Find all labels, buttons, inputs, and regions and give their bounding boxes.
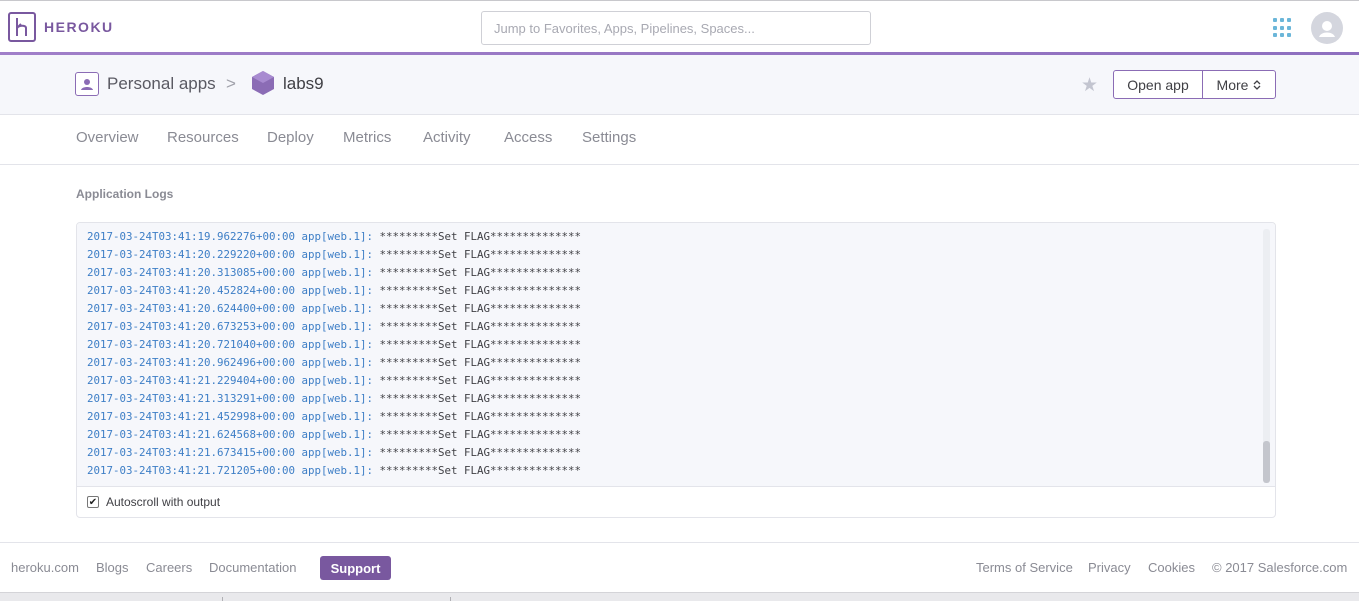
footer-link-careers[interactable]: Careers [146,560,192,575]
log-message: *********Set FLAG************** [373,446,582,459]
log-message: *********Set FLAG************** [373,374,582,387]
log-line: 2017-03-24T03:41:20.452824+00:00 app[web… [87,282,581,300]
log-timestamp: 2017-03-24T03:41:19.962276+00:00 app[web… [87,230,374,243]
footer-copyright: © 2017 Salesforce.com [1212,560,1348,575]
open-app-button[interactable]: Open app [1113,70,1203,99]
log-line: 2017-03-24T03:41:21.229404+00:00 app[web… [87,372,581,390]
user-avatar-icon[interactable] [1311,12,1343,44]
log-message: *********Set FLAG************** [373,338,582,351]
log-message: *********Set FLAG************** [373,464,582,477]
tab-access[interactable]: Access [504,129,552,146]
log-timestamp: 2017-03-24T03:41:20.229220+00:00 app[web… [87,248,374,261]
tab-deploy[interactable]: Deploy [267,129,314,146]
heroku-logo-link[interactable]: HEROKU [8,12,114,42]
tab-overview[interactable]: Overview [76,129,139,146]
breadcrumb-chevron-icon: > [226,74,236,93]
scrollbar-thumb[interactable] [1263,441,1270,483]
log-timestamp: 2017-03-24T03:41:21.673415+00:00 app[web… [87,446,374,459]
tab-resources[interactable]: Resources [167,129,239,146]
log-line: 2017-03-24T03:41:20.229220+00:00 app[web… [87,246,581,264]
footer-link-documentation[interactable]: Documentation [209,560,296,575]
log-message: *********Set FLAG************** [373,392,582,405]
log-timestamp: 2017-03-24T03:41:20.962496+00:00 app[web… [87,356,374,369]
log-line: 2017-03-24T03:41:19.962276+00:00 app[web… [87,228,581,246]
log-message: *********Set FLAG************** [373,410,582,423]
log-message: *********Set FLAG************** [373,302,582,315]
brand-name: HEROKU [44,19,114,35]
footer-link-blogs[interactable]: Blogs [96,560,129,575]
app-hexagon-icon [252,71,274,95]
top-nav: HEROKU [0,0,1359,52]
log-timestamp: 2017-03-24T03:41:20.624400+00:00 app[web… [87,302,374,315]
log-message: *********Set FLAG************** [373,428,582,441]
favorite-star-icon[interactable]: ★ [1081,74,1098,97]
tab-metrics[interactable]: Metrics [343,129,391,146]
log-timestamp: 2017-03-24T03:41:20.452824+00:00 app[web… [87,284,374,297]
tab-activity[interactable]: Activity [423,129,471,146]
log-line: 2017-03-24T03:41:20.624400+00:00 app[web… [87,300,581,318]
log-line: 2017-03-24T03:41:21.624568+00:00 app[web… [87,426,581,444]
browser-bottom-bar [0,592,1359,601]
log-message: *********Set FLAG************** [373,356,582,369]
log-message: *********Set FLAG************** [373,284,582,297]
log-line: 2017-03-24T03:41:20.313085+00:00 app[web… [87,264,581,282]
chevron-updown-icon [1253,79,1261,91]
log-line: 2017-03-24T03:41:20.962496+00:00 app[web… [87,354,581,372]
log-line: 2017-03-24T03:41:21.313291+00:00 app[web… [87,390,581,408]
log-line: 2017-03-24T03:41:21.673415+00:00 app[web… [87,444,581,462]
log-lines: 2017-03-24T03:41:19.962276+00:00 app[web… [87,228,581,480]
footer-link-terms[interactable]: Terms of Service [976,560,1073,575]
log-line: 2017-03-24T03:41:20.673253+00:00 app[web… [87,318,581,336]
breadcrumb-personal-apps[interactable]: Personal apps [107,74,216,94]
log-line: 2017-03-24T03:41:21.452998+00:00 app[web… [87,408,581,426]
log-message: *********Set FLAG************** [373,266,582,279]
personal-apps-icon[interactable] [75,72,99,96]
section-title: Application Logs [76,187,174,201]
autoscroll-toggle[interactable]: ✔ Autoscroll with output [87,495,220,509]
support-button[interactable]: Support [320,556,391,580]
log-panel: 2017-03-24T03:41:19.962276+00:00 app[web… [76,222,1276,518]
search-input[interactable] [481,11,871,45]
apps-grid-icon[interactable] [1273,18,1293,38]
log-message: *********Set FLAG************** [373,248,582,261]
log-timestamp: 2017-03-24T03:41:21.624568+00:00 app[web… [87,428,374,441]
log-timestamp: 2017-03-24T03:41:21.452998+00:00 app[web… [87,410,374,423]
log-timestamp: 2017-03-24T03:41:21.229404+00:00 app[web… [87,374,374,387]
log-timestamp: 2017-03-24T03:41:21.721205+00:00 app[web… [87,464,374,477]
more-button[interactable]: More [1202,70,1276,99]
log-message: *********Set FLAG************** [373,320,582,333]
footer: heroku.com Blogs Careers Documentation S… [0,542,1359,592]
footer-link-heroku[interactable]: heroku.com [11,560,79,575]
log-timestamp: 2017-03-24T03:41:21.313291+00:00 app[web… [87,392,374,405]
app-name: labs9 [283,74,324,93]
log-line: 2017-03-24T03:41:21.721205+00:00 app[web… [87,462,581,480]
log-timestamp: 2017-03-24T03:41:20.721040+00:00 app[web… [87,338,374,351]
log-output[interactable]: 2017-03-24T03:41:19.962276+00:00 app[web… [77,223,1275,487]
footer-link-privacy[interactable]: Privacy [1088,560,1131,575]
footer-link-cookies[interactable]: Cookies [1148,560,1195,575]
app-header: Personal apps > labs9 ★ Open app More [0,55,1359,115]
autoscroll-checkbox[interactable]: ✔ [87,496,99,508]
log-timestamp: 2017-03-24T03:41:20.313085+00:00 app[web… [87,266,374,279]
log-timestamp: 2017-03-24T03:41:20.673253+00:00 app[web… [87,320,374,333]
heroku-logo-icon [8,12,36,42]
tab-settings[interactable]: Settings [582,129,636,146]
log-message: *********Set FLAG************** [373,230,582,243]
log-line: 2017-03-24T03:41:20.721040+00:00 app[web… [87,336,581,354]
autoscroll-label: Autoscroll with output [106,495,221,509]
app-tabs: Overview Resources Deploy Metrics Activi… [0,115,1359,165]
